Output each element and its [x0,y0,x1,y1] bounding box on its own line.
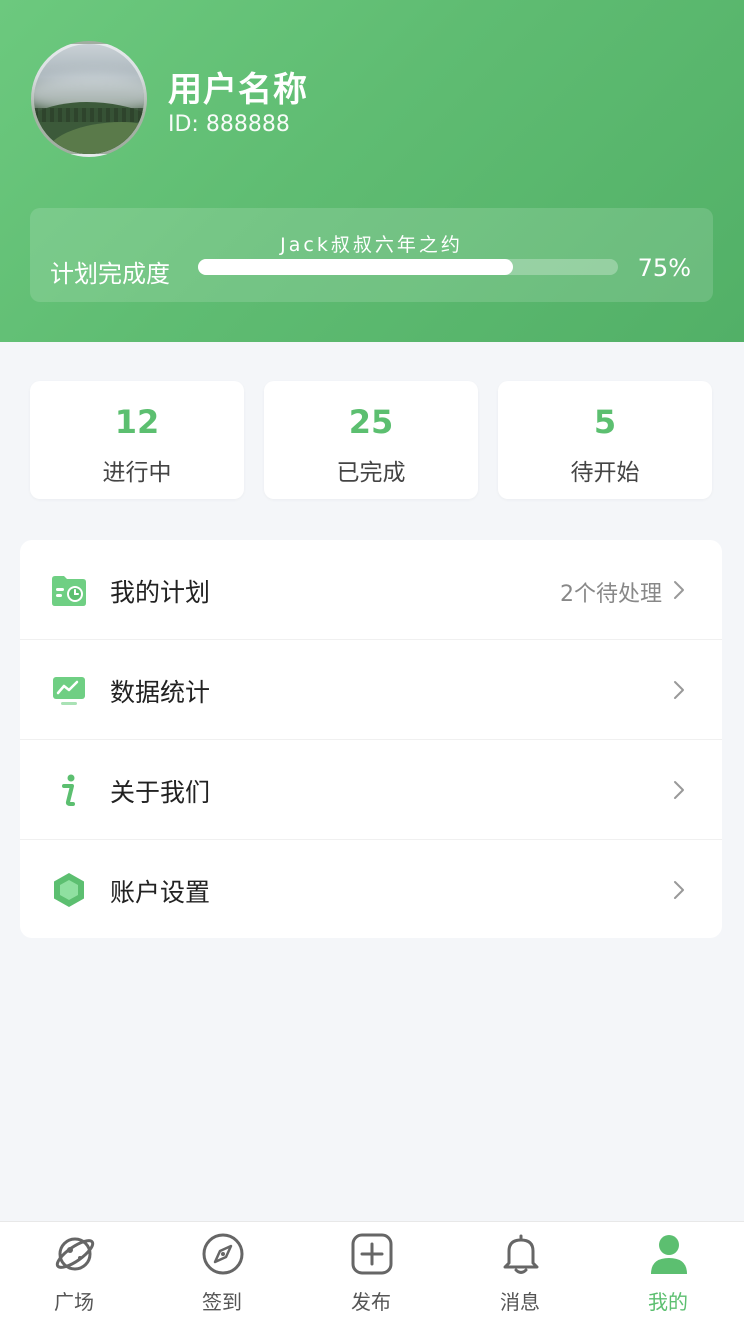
stat-card-in-progress[interactable]: 12 进行中 [30,381,244,499]
stat-label: 进行中 [102,460,172,486]
avatar[interactable] [31,41,147,157]
bell-icon [503,1234,539,1274]
stat-value: 5 [593,403,617,441]
profile-header: 用户名称 ID: 888888 Jack叔叔六年之约 计划完成度 75% [0,0,744,342]
tab-label: 我的 [648,1290,688,1314]
menu-item-account-settings[interactable]: 账户设置 [20,840,722,938]
compass-icon [202,1233,244,1275]
user-icon [651,1235,687,1274]
plan-progress-card[interactable]: Jack叔叔六年之约 计划完成度 75% [30,208,713,302]
chevron-right-icon [674,781,684,799]
stat-label: 待开始 [570,460,640,486]
chevron-right-icon [674,681,684,699]
stat-value: 12 [114,403,160,441]
tab-label: 广场 [54,1290,94,1314]
menu-item-label: 账户设置 [110,878,211,907]
menu-item-label: 关于我们 [110,778,211,807]
chart-monitor-icon [53,677,85,705]
tab-label: 消息 [500,1290,540,1314]
menu-list: 我的计划 2个待处理 数据统计 关于我们 账户设置 [20,540,722,938]
stat-label: 已完成 [336,460,406,486]
folder-clock-icon [52,576,86,606]
plan-name: Jack叔叔六年之约 [280,234,463,256]
pending-count: 2个待处理 [560,582,662,607]
hexagon-icon [54,873,84,907]
progress-label: 计划完成度 [50,260,170,288]
chevron-right-icon [674,881,684,899]
menu-item-statistics[interactable]: 数据统计 [20,640,722,740]
stats-row: 12 进行中 25 已完成 5 待开始 [30,381,713,499]
progress-percent: 75% [637,254,691,282]
menu-item-label: 我的计划 [110,578,211,607]
plus-square-icon [351,1233,393,1275]
stat-card-pending[interactable]: 5 待开始 [498,381,712,499]
planet-icon [55,1237,95,1271]
bottom-tab-bar: 广场 签到 发布 消息 我的 [0,1221,744,1322]
stat-card-completed[interactable]: 25 已完成 [264,381,478,499]
tab-label: 发布 [351,1290,391,1314]
username: 用户名称 [168,70,308,110]
stat-value: 25 [348,403,394,441]
menu-item-my-plans[interactable]: 我的计划 2个待处理 [20,540,722,640]
tab-messages[interactable]: 消息 [446,1222,594,1322]
progress-bar [198,259,618,275]
tab-publish[interactable]: 发布 [297,1222,445,1322]
tab-label: 签到 [202,1290,242,1314]
tab-mine[interactable]: 我的 [594,1222,742,1322]
menu-item-label: 数据统计 [110,678,211,707]
chevron-right-icon [674,581,684,599]
user-id: ID: 888888 [168,112,290,137]
progress-bar-fill [198,259,513,275]
tab-checkin[interactable]: 签到 [148,1222,296,1322]
info-icon [62,774,75,806]
tab-square[interactable]: 广场 [0,1222,148,1322]
menu-item-about-us[interactable]: 关于我们 [20,740,722,840]
